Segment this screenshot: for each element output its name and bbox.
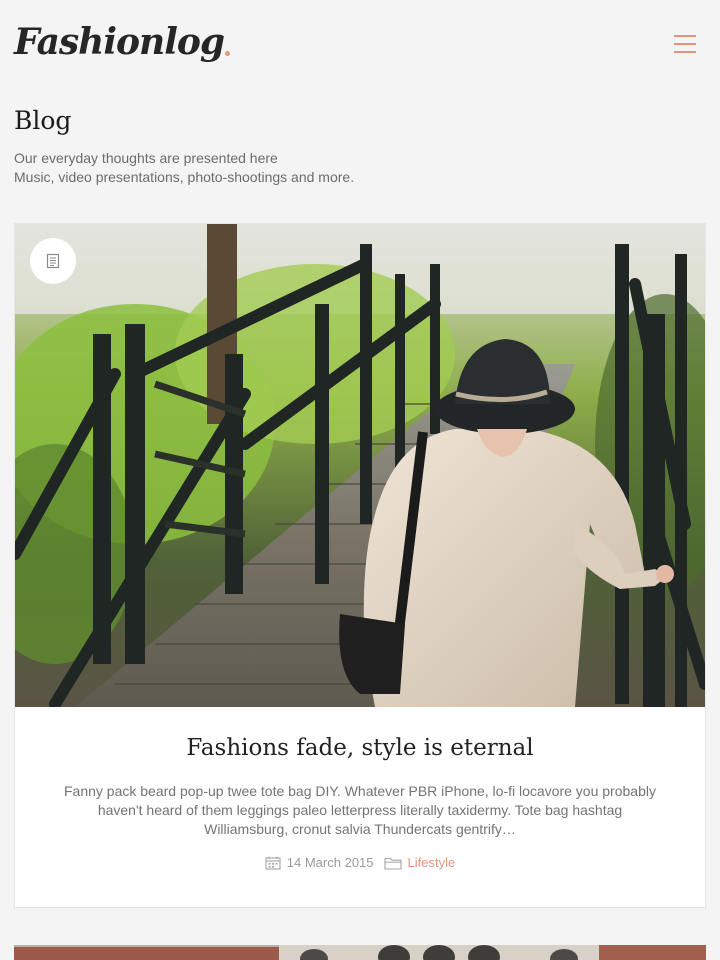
intro-line-1: Our everyday thoughts are presented here: [14, 150, 278, 166]
site-header: Fashionlog: [0, 0, 720, 90]
page: Fashionlog Blog Our everyday thoughts ar…: [0, 0, 720, 960]
site-logo[interactable]: Fashionlog: [14, 14, 231, 70]
post-title[interactable]: Fashions fade, style is eternal: [55, 732, 665, 764]
post-format-badge[interactable]: [30, 238, 76, 284]
next-post-photo: [14, 945, 706, 960]
post-date: 14 March 2015: [286, 855, 374, 870]
intro-text: Our everyday thoughts are presented here…: [14, 149, 706, 187]
post-category-link[interactable]: Lifestyle: [408, 855, 456, 870]
menu-line: [674, 51, 696, 53]
intro-line-2: Music, video presentations, photo-shooti…: [14, 169, 355, 185]
post-body: Fashions fade, style is eternal Fanny pa…: [15, 707, 705, 870]
post-excerpt: Fanny pack beard pop-up twee tote bag DI…: [64, 783, 656, 837]
hamburger-icon[interactable]: [674, 34, 696, 54]
menu-line: [674, 35, 696, 37]
logo-text: Fashionlog: [14, 21, 225, 63]
menu-line: [674, 43, 696, 45]
page-title: Blog: [14, 106, 72, 135]
folder-icon: [383, 856, 402, 870]
blog-post-card: Fashions fade, style is eternal Fanny pa…: [14, 223, 706, 908]
next-post-image-peek[interactable]: [14, 945, 706, 960]
document-icon: [46, 253, 60, 269]
post-photo: [15, 224, 705, 707]
blog-intro: Blog Our everyday thoughts are presented…: [14, 104, 706, 187]
post-meta: 14 March 2015 Lifestyle: [55, 855, 665, 870]
post-featured-image[interactable]: [15, 224, 705, 707]
logo-dot: [225, 51, 231, 56]
calendar-icon: [265, 856, 281, 870]
